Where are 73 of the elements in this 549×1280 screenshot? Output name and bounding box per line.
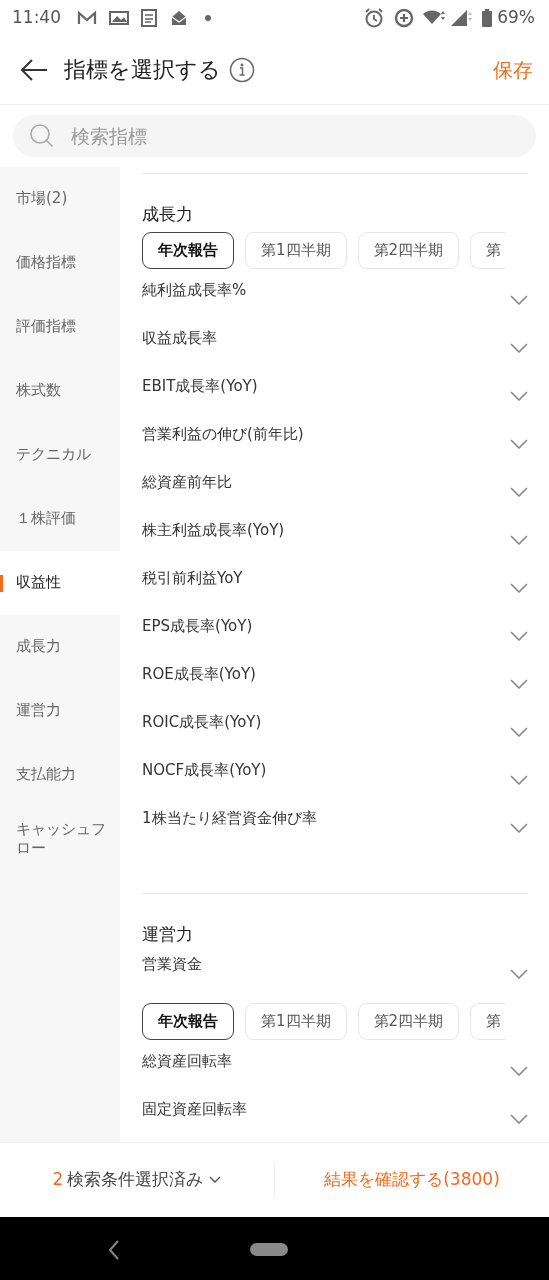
chevron-down-icon (510, 1066, 528, 1076)
category-tab[interactable]: 価格指標 (0, 231, 120, 295)
indicator-row[interactable]: NOCF成長率(YoY) (142, 756, 528, 805)
category-tab[interactable]: キャッシュフロー (0, 807, 120, 871)
chevron-down-icon (510, 342, 528, 353)
category-tab[interactable]: 運営力 (0, 679, 120, 743)
page-title: 指標を選択する (64, 56, 221, 84)
section-title: 運営力 (142, 922, 194, 946)
info-button[interactable] (229, 56, 255, 83)
home-button[interactable] (250, 1243, 288, 1256)
back-button[interactable] (20, 57, 48, 82)
period-chip[interactable]: 第 (470, 231, 506, 269)
search-bar[interactable]: 検索指標 (13, 115, 536, 157)
battery-icon (482, 8, 493, 27)
category-tab[interactable]: １株評価 (0, 487, 120, 551)
envelope-icon (171, 9, 187, 26)
signal-icon (450, 8, 473, 27)
nav-back-icon (108, 1240, 120, 1260)
indicator-row[interactable]: 営業利益の伸び(前年比) (142, 420, 528, 469)
indicator-row[interactable]: 純利益成長率% (142, 276, 528, 325)
clock-text: 11:40 (12, 5, 61, 29)
chevron-down-icon (510, 582, 528, 593)
selected-conditions-button[interactable]: 2 検索条件選択済み (0, 1161, 274, 1199)
period-chip[interactable]: 年次報告 (142, 1003, 234, 1040)
indicator-row[interactable]: 営業資金 (142, 951, 528, 999)
category-tab[interactable]: 支払能力 (0, 743, 120, 807)
indicator-row[interactable]: EBIT成長率(YoY) (142, 372, 528, 421)
document-icon (141, 8, 157, 27)
indicator-row[interactable]: ROE成長率(YoY) (142, 660, 528, 709)
indicator-row[interactable]: 1株当たり経営資金伸び率 (142, 804, 528, 853)
battery-text: 69% (497, 5, 535, 29)
chevron-down-icon (510, 294, 528, 305)
indicator-row[interactable]: EPS成長率(YoY) (142, 612, 528, 661)
chevron-down-icon (510, 390, 528, 401)
dot-icon (205, 14, 211, 21)
alarm-icon (364, 7, 385, 28)
section-title: 成長力 (142, 203, 194, 226)
search-field[interactable]: 検索指標 (69, 120, 520, 152)
chevron-down-icon (510, 630, 528, 641)
image-icon (109, 9, 129, 26)
category-tab[interactable]: 市場(2) (0, 167, 120, 231)
category-tab[interactable]: 評価指標 (0, 295, 120, 359)
category-tab[interactable]: 成長力 (0, 615, 120, 679)
chevron-down-icon (510, 534, 528, 545)
mail-icon (77, 9, 97, 26)
chevron-down-icon (510, 969, 528, 979)
period-chip[interactable]: 第1四半期 (245, 231, 347, 269)
info-icon (229, 56, 255, 83)
chevron-down-icon (510, 438, 528, 449)
period-chip[interactable]: 第1四半期 (245, 1003, 347, 1040)
chevron-down-icon (510, 822, 528, 833)
category-tab[interactable]: 株式数 (0, 359, 120, 423)
category-tab[interactable]: テクニカル (0, 423, 120, 487)
search-icon (29, 123, 55, 149)
indicator-row[interactable]: ROIC成長率(YoY) (142, 708, 528, 757)
period-chip[interactable]: 第2四半期 (357, 1003, 460, 1040)
indicator-row[interactable]: 収益成長率 (142, 324, 528, 373)
chevron-down-icon (510, 774, 528, 785)
chevron-down-icon (510, 486, 528, 497)
chevron-down-icon (510, 678, 528, 689)
indicator-row[interactable]: 総資産回転率 (142, 1048, 528, 1096)
indicator-row[interactable]: 固定資産回転率 (142, 1096, 528, 1142)
caret-icon (209, 1176, 222, 1184)
chevron-down-icon (510, 726, 528, 737)
indicator-row[interactable]: 総資産前年比 (142, 468, 528, 517)
indicator-row[interactable]: 株主利益成長率(YoY) (142, 516, 528, 565)
period-chip[interactable]: 年次報告 (142, 231, 234, 269)
period-chip[interactable]: 第2四半期 (357, 231, 460, 269)
indicator-row[interactable]: 税引前利益YoY (142, 564, 528, 613)
back-arrow-icon (20, 59, 48, 81)
category-tab[interactable]: 収益性 (0, 551, 120, 615)
chevron-down-icon (510, 1114, 528, 1124)
period-chip[interactable]: 第 (470, 1003, 506, 1040)
